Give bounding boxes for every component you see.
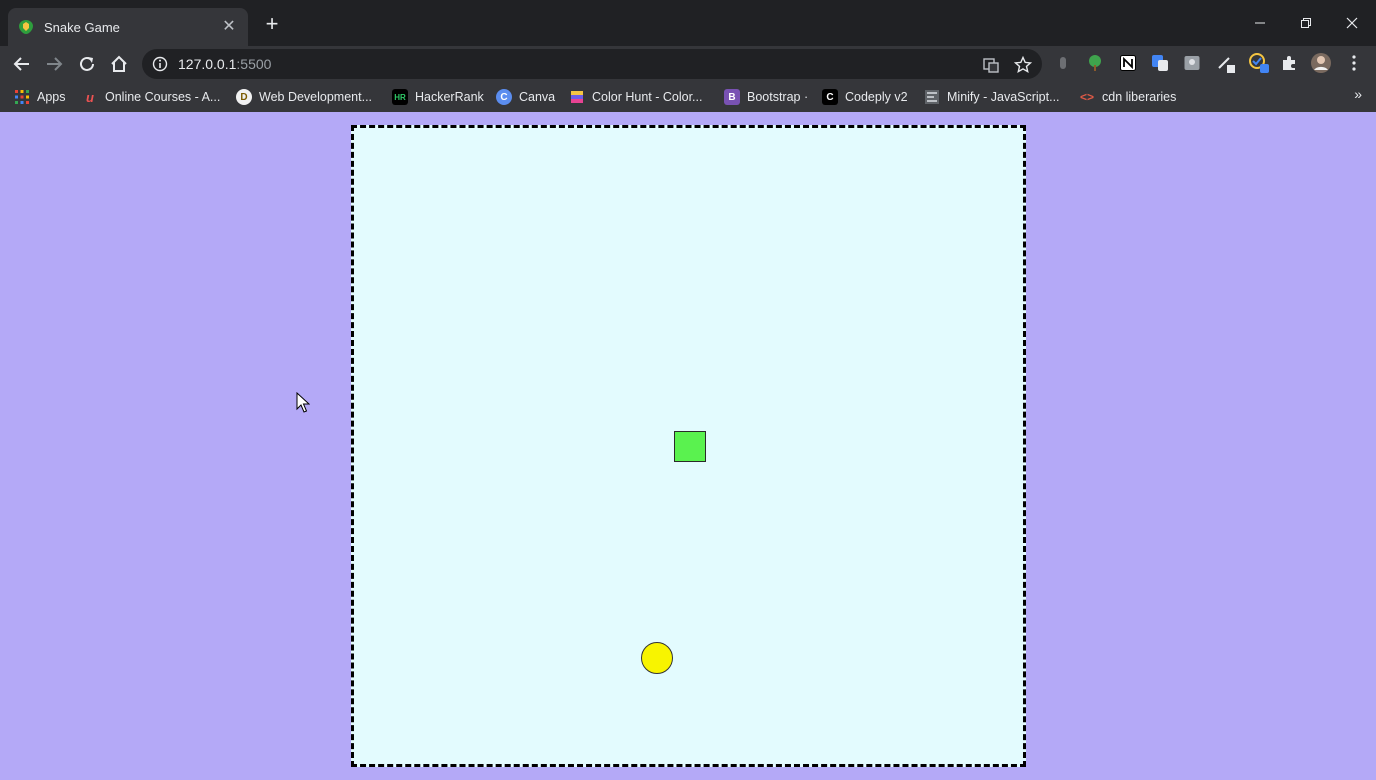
bookmark-label: Codeply v2 xyxy=(845,90,908,104)
canva-icon: C xyxy=(496,89,512,105)
bootstrap-icon: B xyxy=(724,89,740,105)
kebab-menu-icon xyxy=(1352,55,1356,71)
browser-toolbar: 127.0.0.1:5500 xyxy=(0,46,1376,82)
udemy-icon: u xyxy=(86,89,94,105)
restore-button[interactable] xyxy=(1283,8,1329,38)
bookmark-label: Bootstrap · xyxy=(747,90,809,104)
bookmark-canva[interactable]: C Canva xyxy=(496,86,555,108)
minify-icon xyxy=(925,90,939,104)
reload-icon xyxy=(80,56,94,71)
screen-capture-icon xyxy=(1184,56,1200,70)
bookmark-hackerrank[interactable]: HR HackerRank xyxy=(392,86,484,108)
home-icon xyxy=(111,55,127,72)
info-icon[interactable] xyxy=(152,56,168,72)
bookmark-minify[interactable]: Minify - JavaScript... xyxy=(924,86,1060,108)
extension-google-translate[interactable] xyxy=(1149,52,1171,74)
close-icon xyxy=(1346,17,1358,29)
tab-close-icon[interactable]: ✕ xyxy=(220,18,238,36)
forward-button[interactable] xyxy=(40,50,68,78)
url-port: :5500 xyxy=(236,56,272,72)
tab-title: Snake Game xyxy=(44,19,120,35)
extension-pen[interactable] xyxy=(1215,52,1237,74)
snake-head xyxy=(674,431,706,462)
bookmark-apps[interactable]: Apps xyxy=(14,86,66,108)
restore-icon xyxy=(1301,18,1311,28)
apps-grid-icon xyxy=(15,90,29,104)
checkmark-badge-icon xyxy=(1249,53,1269,73)
colorhunt-icon xyxy=(571,91,583,103)
bookmark-codeply[interactable]: C Codeply v2 xyxy=(822,86,908,108)
extension-notion[interactable] xyxy=(1117,52,1139,74)
mouse-cursor-icon xyxy=(296,392,310,413)
forward-arrow-icon xyxy=(47,57,63,71)
bookmark-label: HackerRank xyxy=(415,90,484,104)
reload-button[interactable] xyxy=(73,50,101,78)
bookmark-label: Apps xyxy=(37,90,66,104)
bookmarks-bar: Apps u Online Courses - A... D Web Devel… xyxy=(0,82,1376,112)
browser-title-bar: Snake Game ✕ + xyxy=(0,0,1376,46)
bookmark-label: cdn liberaries xyxy=(1102,90,1177,104)
chrome-menu-button[interactable] xyxy=(1343,52,1365,74)
notion-icon xyxy=(1120,55,1136,71)
new-tab-button[interactable]: + xyxy=(260,12,284,36)
translate-icon[interactable] xyxy=(982,56,1000,74)
bookmark-label: Online Courses - A... xyxy=(105,90,221,104)
home-button[interactable] xyxy=(105,50,133,78)
back-arrow-icon xyxy=(13,57,29,71)
minimize-icon xyxy=(1255,22,1265,24)
tab-snake-game[interactable]: Snake Game ✕ xyxy=(8,8,248,46)
code-brackets-icon: <> xyxy=(1079,90,1094,104)
snake-favicon-icon xyxy=(19,20,33,34)
avatar-icon xyxy=(1311,53,1331,73)
puzzle-icon xyxy=(1283,56,1295,70)
bookmarks-overflow-button[interactable]: » xyxy=(1354,86,1362,102)
bookmark-star-icon[interactable] xyxy=(1014,56,1032,74)
bookmark-cdn-libraries[interactable]: <> cdn liberaries xyxy=(1079,86,1176,108)
google-translate-icon xyxy=(1152,55,1168,71)
bookmark-label: Minify - JavaScript... xyxy=(947,90,1060,104)
bookmark-color-hunt[interactable]: Color Hunt - Color... xyxy=(569,86,702,108)
bookmark-web-development[interactable]: D Web Development... xyxy=(236,86,372,108)
back-button[interactable] xyxy=(8,50,36,78)
extensions-puzzle-button[interactable] xyxy=(1278,52,1300,74)
bookmark-online-courses[interactable]: u Online Courses - A... xyxy=(82,86,220,108)
tree-icon xyxy=(1089,55,1101,71)
bookmark-bootstrap[interactable]: B Bootstrap · xyxy=(724,86,808,108)
close-window-button[interactable] xyxy=(1329,8,1375,38)
snake-food xyxy=(641,642,673,674)
pen-icon xyxy=(1218,57,1235,73)
url-host: 127.0.0.1 xyxy=(178,56,237,72)
minimize-button[interactable] xyxy=(1237,8,1283,38)
extension-dot-icon xyxy=(1060,57,1066,69)
address-bar[interactable]: 127.0.0.1:5500 xyxy=(142,49,1042,79)
bookmark-label: Canva xyxy=(519,90,556,104)
extension-checker[interactable] xyxy=(1248,52,1270,74)
game-board[interactable] xyxy=(351,125,1026,767)
hackerrank-icon: HR xyxy=(392,89,408,105)
extension-screen[interactable] xyxy=(1181,52,1203,74)
profile-avatar[interactable] xyxy=(1310,52,1332,74)
bookmark-label: Color Hunt - Color... xyxy=(592,90,703,104)
web-dev-icon: D xyxy=(236,89,252,105)
bookmark-label: Web Development... xyxy=(259,90,373,104)
extension-tree[interactable] xyxy=(1084,52,1106,74)
extension-grey-dot[interactable] xyxy=(1052,52,1074,74)
codeply-icon: C xyxy=(822,89,838,105)
